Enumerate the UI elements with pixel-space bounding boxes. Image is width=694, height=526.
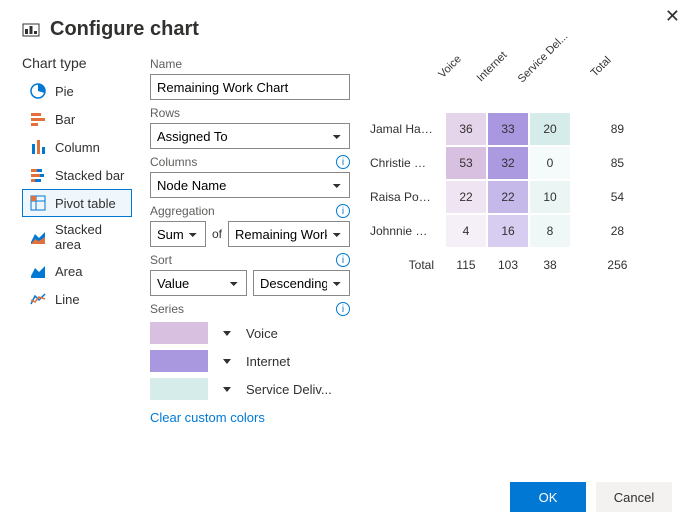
sidebar-item-bar[interactable]: Bar bbox=[22, 105, 132, 133]
pivot-cell: 38 bbox=[530, 249, 570, 281]
pivot-cell: 22 bbox=[488, 181, 528, 213]
sidebar-item-label: Pie bbox=[55, 84, 74, 99]
sidebar-item-stacked-bar[interactable]: Stacked bar bbox=[22, 161, 132, 189]
sidebar-item-label: Column bbox=[55, 140, 100, 155]
bar-icon bbox=[29, 110, 47, 128]
chevron-down-icon bbox=[223, 387, 231, 392]
columns-info-icon[interactable]: i bbox=[336, 155, 350, 169]
sort-dir-select[interactable]: Descending bbox=[253, 270, 350, 296]
pivot-cell: 89 bbox=[597, 113, 637, 145]
name-label: Name bbox=[150, 57, 350, 71]
sort-by-select[interactable]: Value bbox=[150, 270, 247, 296]
chart-type-heading: Chart type bbox=[22, 55, 132, 71]
pivot-cell: 85 bbox=[597, 147, 637, 179]
pivot-cell: 32 bbox=[488, 147, 528, 179]
pivot-cell: 20 bbox=[530, 113, 570, 145]
pivot-cell: 256 bbox=[597, 249, 637, 281]
series-row-internet: Internet bbox=[150, 350, 350, 372]
rows-label: Rows bbox=[150, 106, 350, 120]
sidebar-item-line[interactable]: Line bbox=[22, 285, 132, 313]
chart-type-sidebar: Chart type Pie Bar Column Stacked bar Pi… bbox=[22, 51, 132, 425]
sidebar-item-label: Pivot table bbox=[55, 196, 116, 211]
series-info-icon[interactable]: i bbox=[336, 302, 350, 316]
stacked-bar-icon bbox=[29, 166, 47, 184]
series-swatch-internet[interactable] bbox=[150, 350, 208, 372]
aggregation-label: Aggregation bbox=[150, 204, 215, 218]
series-label: Series bbox=[150, 302, 184, 316]
columns-select[interactable]: Node Name bbox=[150, 172, 350, 198]
chevron-down-icon bbox=[223, 331, 231, 336]
form-column: Name Rows Assigned To Columns i Node Name… bbox=[150, 51, 350, 425]
ok-button[interactable]: OK bbox=[510, 482, 586, 512]
pivot-cell: 54 bbox=[597, 181, 637, 213]
pivot-cell: 16 bbox=[488, 215, 528, 247]
pivot-table: VoiceInternetService Del...TotalJamal Ha… bbox=[368, 69, 639, 283]
pivot-cell: 0 bbox=[530, 147, 570, 179]
pivot-row-header: Johnnie McL... bbox=[370, 215, 444, 247]
chart-config-icon bbox=[22, 21, 40, 39]
pivot-cell: 115 bbox=[446, 249, 486, 281]
aggregation-op-select[interactable]: Sum bbox=[150, 221, 206, 247]
rows-select[interactable]: Assigned To bbox=[150, 123, 350, 149]
pivot-cell: 28 bbox=[597, 215, 637, 247]
aggregation-field-select[interactable]: Remaining Work bbox=[228, 221, 350, 247]
columns-label: Columns bbox=[150, 155, 197, 169]
line-icon bbox=[29, 290, 47, 308]
sidebar-item-pie[interactable]: Pie bbox=[22, 77, 132, 105]
series-swatch-service[interactable] bbox=[150, 378, 208, 400]
series-label-internet: Internet bbox=[246, 354, 290, 369]
sidebar-item-pivot-table[interactable]: Pivot table bbox=[22, 189, 132, 217]
sidebar-item-label: Stacked area bbox=[55, 222, 125, 252]
pivot-cell: 36 bbox=[446, 113, 486, 145]
series-color-dropdown[interactable] bbox=[218, 378, 236, 400]
pivot-cell: 8 bbox=[530, 215, 570, 247]
pie-icon bbox=[29, 82, 47, 100]
sidebar-item-label: Line bbox=[55, 292, 80, 307]
pivot-cell: 53 bbox=[446, 147, 486, 179]
pivot-cell: 103 bbox=[488, 249, 528, 281]
aggregation-info-icon[interactable]: i bbox=[336, 204, 350, 218]
sidebar-item-label: Area bbox=[55, 264, 82, 279]
dialog-title: Configure chart bbox=[50, 18, 199, 41]
series-row-service: Service Deliv... bbox=[150, 378, 350, 400]
pivot-cell: 4 bbox=[446, 215, 486, 247]
sidebar-item-stacked-area[interactable]: Stacked area bbox=[22, 217, 132, 257]
series-swatch-voice[interactable] bbox=[150, 322, 208, 344]
pivot-row-header: Jamal Hartn... bbox=[370, 113, 444, 145]
chevron-down-icon bbox=[223, 359, 231, 364]
pivot-cell: 33 bbox=[488, 113, 528, 145]
sidebar-item-label: Stacked bar bbox=[55, 168, 124, 183]
pivot-row-header: Christie Ch... bbox=[370, 147, 444, 179]
series-color-dropdown[interactable] bbox=[218, 350, 236, 372]
sidebar-item-column[interactable]: Column bbox=[22, 133, 132, 161]
name-input[interactable] bbox=[150, 74, 350, 100]
series-label-service: Service Deliv... bbox=[246, 382, 332, 397]
clear-custom-colors-link[interactable]: Clear custom colors bbox=[150, 410, 350, 425]
pivot-row-header: Raisa Pokro... bbox=[370, 181, 444, 213]
series-label-voice: Voice bbox=[246, 326, 278, 341]
pivot-cell: 10 bbox=[530, 181, 570, 213]
pivot-cell: 22 bbox=[446, 181, 486, 213]
chart-preview: VoiceInternetService Del...TotalJamal Ha… bbox=[368, 51, 672, 425]
sort-label: Sort bbox=[150, 253, 172, 267]
sort-info-icon[interactable]: i bbox=[336, 253, 350, 267]
aggregation-of-label: of bbox=[212, 227, 222, 241]
sidebar-item-area[interactable]: Area bbox=[22, 257, 132, 285]
column-icon bbox=[29, 138, 47, 156]
stacked-area-icon bbox=[29, 228, 47, 246]
cancel-button[interactable]: Cancel bbox=[596, 482, 672, 512]
pivot-table-icon bbox=[29, 194, 47, 212]
close-icon[interactable]: ✕ bbox=[665, 6, 680, 27]
pivot-row-header: Total bbox=[370, 249, 444, 281]
sidebar-item-label: Bar bbox=[55, 112, 75, 127]
series-row-voice: Voice bbox=[150, 322, 350, 344]
series-color-dropdown[interactable] bbox=[218, 322, 236, 344]
area-icon bbox=[29, 262, 47, 280]
